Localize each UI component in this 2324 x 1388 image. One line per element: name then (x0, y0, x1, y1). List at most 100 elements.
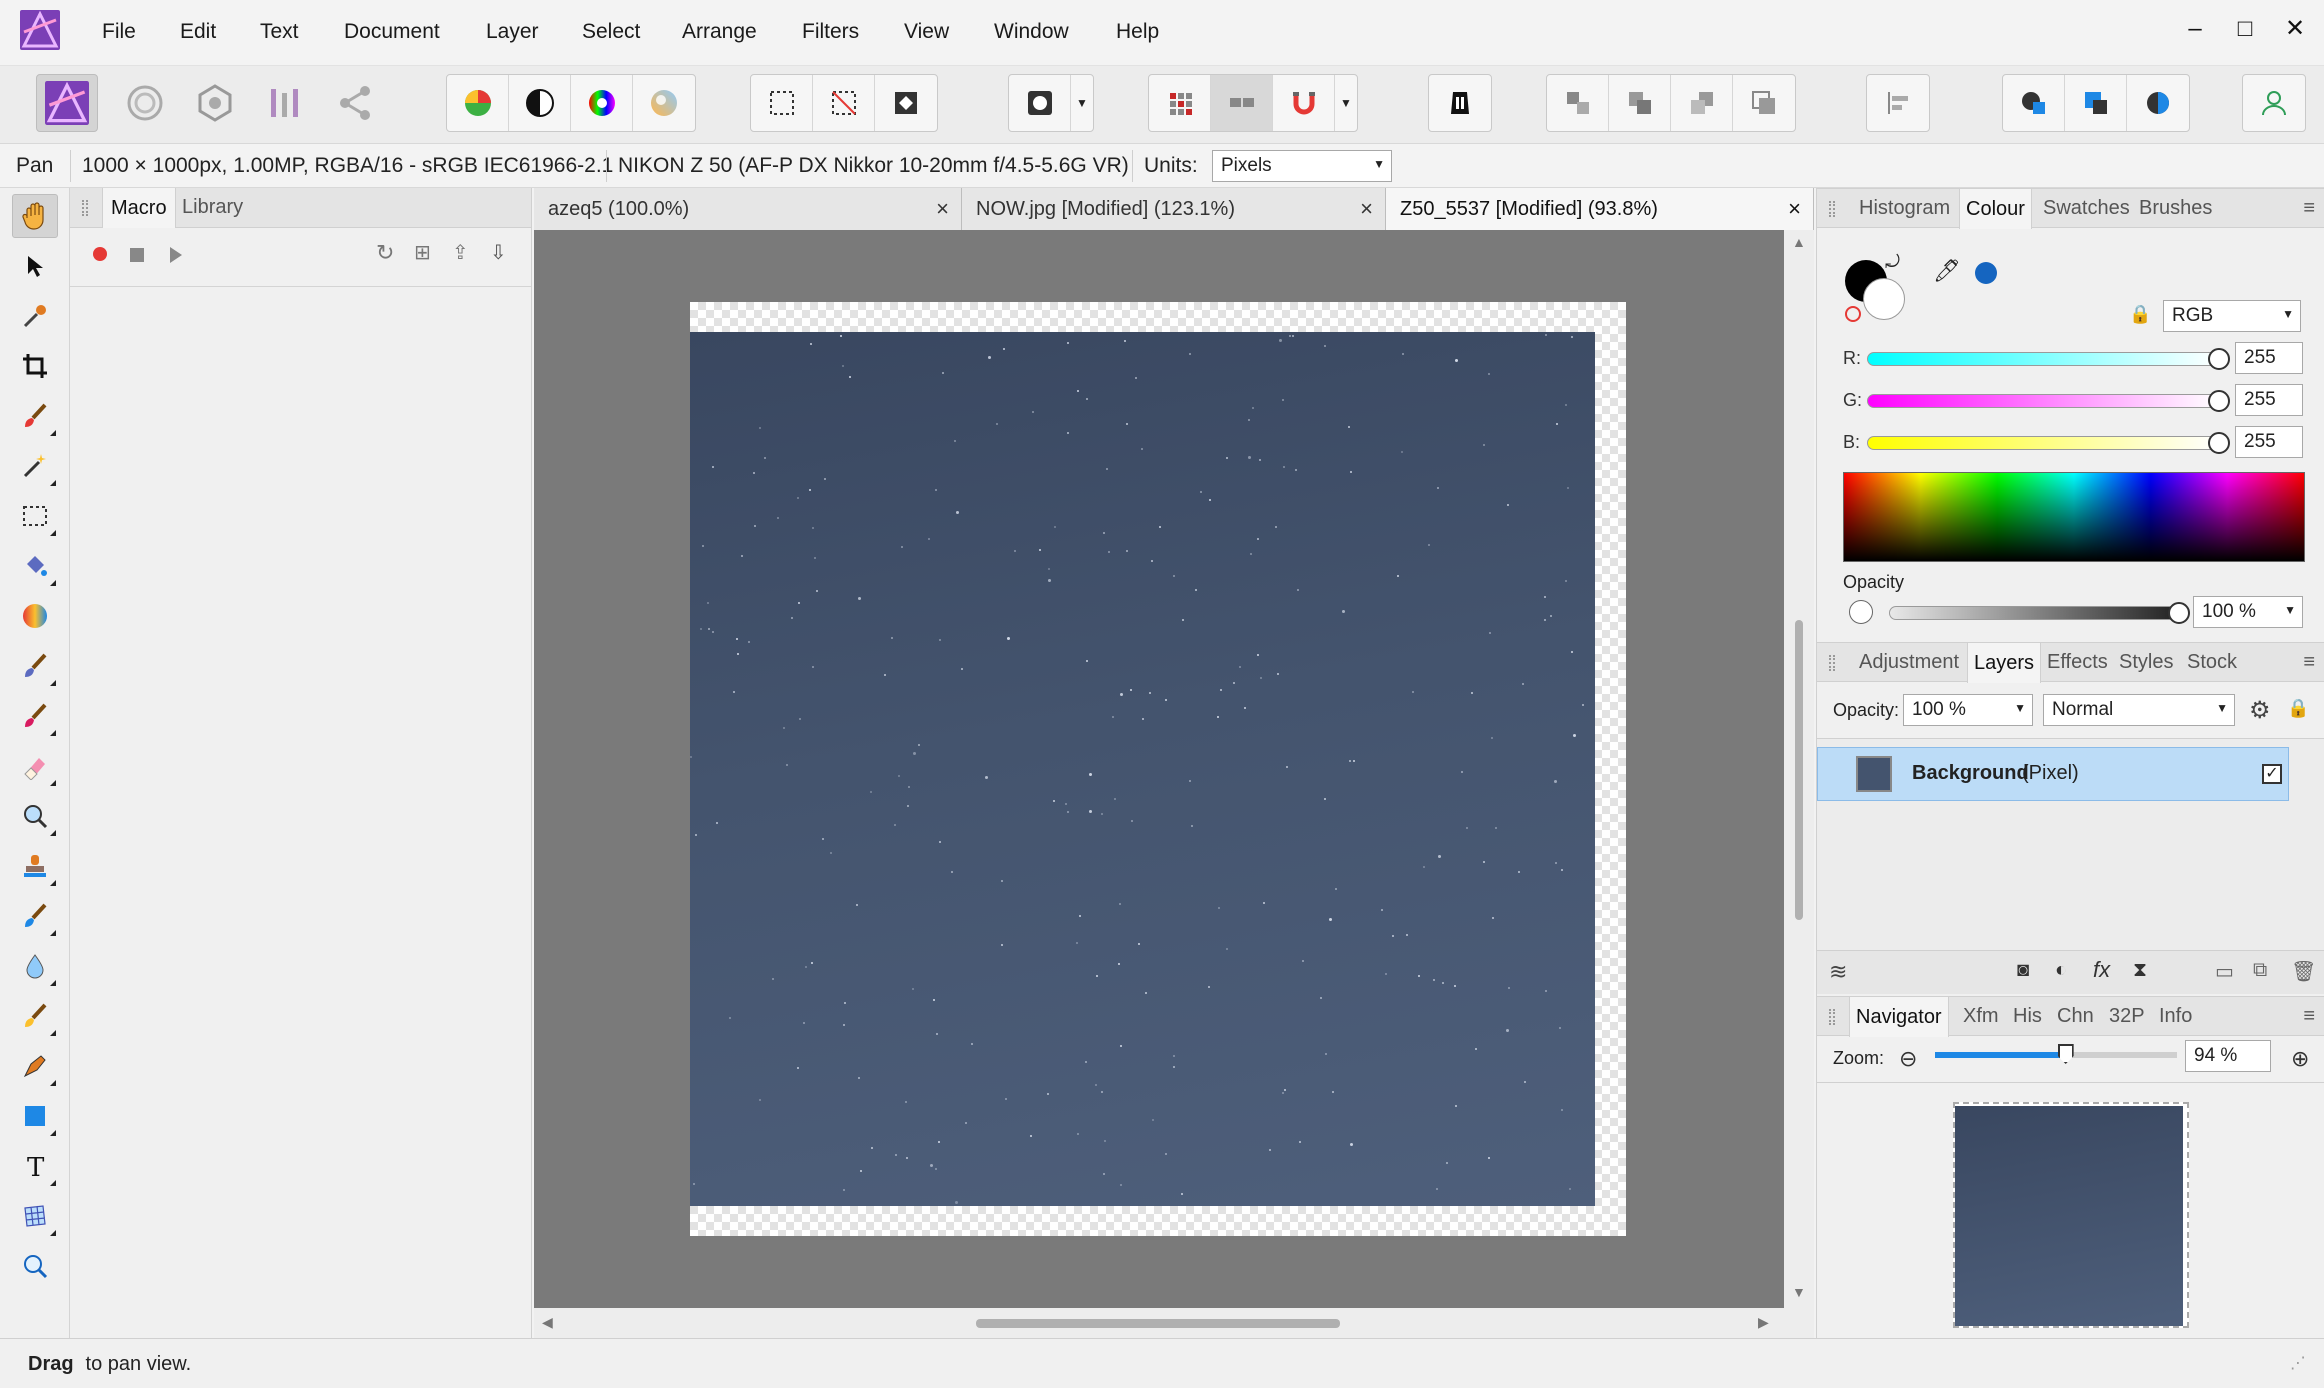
panel-menu-icon[interactable]: ≡ (2303, 651, 2315, 674)
move-back-one-button[interactable] (1609, 75, 1671, 131)
tab-history[interactable]: His (2013, 1005, 2042, 1028)
subtract-button[interactable] (2065, 75, 2127, 131)
close-icon[interactable]: × (1788, 188, 1801, 230)
quick-mask-dropdown[interactable]: ▼ (1071, 75, 1093, 131)
navigator-preview[interactable] (1953, 1102, 2189, 1328)
assistant-button[interactable] (1429, 75, 1491, 131)
liquify-persona-button[interactable] (114, 74, 176, 132)
layer-opacity-dropdown[interactable]: 100 % ▼ (1903, 694, 2033, 726)
opacity-slider[interactable] (1889, 606, 2179, 620)
blend-mode-dropdown[interactable]: Normal ▼ (2043, 694, 2235, 726)
zoom-search-tool[interactable] (12, 794, 58, 838)
menu-select[interactable]: Select (582, 20, 640, 44)
snapping-dropdown[interactable]: ▼ (1335, 75, 1357, 131)
deselect-button[interactable] (813, 75, 875, 131)
invert-selection-button[interactable] (875, 75, 937, 131)
tab-adjustment[interactable]: Adjustment (1859, 651, 1959, 674)
pan-tool[interactable] (12, 194, 58, 238)
quick-mask-button[interactable] (1009, 75, 1071, 131)
folder-icon[interactable]: ▭ (2215, 959, 2234, 984)
close-icon[interactable]: × (1360, 188, 1373, 230)
text-tool[interactable]: T (12, 1144, 58, 1188)
opacity-slider-handle[interactable] (2168, 602, 2190, 624)
swap-colors-icon[interactable]: ⤾ (1885, 252, 1900, 273)
move-forward-one-button[interactable] (1671, 75, 1733, 131)
vertical-scroll-thumb[interactable] (1795, 620, 1803, 920)
menu-file[interactable]: File (102, 20, 136, 44)
crop-tool[interactable] (12, 344, 58, 388)
stop-macro-button[interactable] (130, 248, 144, 262)
mesh-warp-tool[interactable] (12, 994, 58, 1038)
menu-filters[interactable]: Filters (802, 20, 859, 44)
white-balance-button[interactable] (633, 75, 695, 131)
secondary-color-swatch[interactable] (1863, 278, 1905, 320)
develop-persona-button[interactable] (184, 74, 246, 132)
vertical-scrollbar[interactable]: ▲ ▼ (1784, 230, 1814, 1308)
align-button[interactable] (1867, 75, 1929, 131)
grid-snap-button[interactable] (1149, 75, 1211, 131)
menu-arrange[interactable]: Arrange (682, 20, 757, 44)
menu-window[interactable]: Window (994, 20, 1069, 44)
paint-brush-tool[interactable] (12, 394, 58, 438)
menu-layer[interactable]: Layer (486, 20, 539, 44)
zoom-out-icon[interactable]: ⊖ (1899, 1046, 1917, 1072)
gradient-tool[interactable] (12, 594, 58, 638)
tab-navigator[interactable]: Navigator (1849, 997, 1949, 1037)
blue-slider-handle[interactable] (2208, 432, 2230, 454)
move-to-back-button[interactable] (1547, 75, 1609, 131)
no-fill-icon[interactable] (1845, 306, 1861, 322)
menu-help[interactable]: Help (1116, 20, 1159, 44)
maximize-button[interactable]: □ (2230, 14, 2260, 44)
menu-document[interactable]: Document (344, 20, 440, 44)
clone-tool[interactable] (12, 844, 58, 888)
tab-histogram[interactable]: Histogram (1859, 197, 1950, 220)
mesh-tool[interactable] (12, 1194, 58, 1238)
units-dropdown[interactable]: Pixels ▼ (1212, 150, 1392, 182)
color-picker-tool[interactable] (12, 294, 58, 338)
tab-styles[interactable]: Styles (2119, 651, 2173, 674)
tab-effects[interactable]: Effects (2047, 651, 2108, 674)
record-macro-button[interactable] (93, 247, 107, 261)
tab-32bit-preview[interactable]: 32P (2109, 1005, 2145, 1028)
zoom-slider[interactable] (1935, 1052, 2177, 1058)
affinity-photo-logo-icon[interactable] (20, 10, 60, 50)
tab-colour[interactable]: Colour (1959, 189, 2032, 229)
night-sky-image[interactable] (690, 332, 1595, 1206)
tab-channels[interactable]: Chn (2057, 1005, 2094, 1028)
scroll-up-icon[interactable]: ▲ (1792, 234, 1806, 250)
tab-stock[interactable]: Stock (2187, 651, 2237, 674)
tab-library[interactable]: Library (182, 196, 243, 219)
force-pixel-align-button[interactable] (1211, 75, 1273, 131)
mask-layer-icon[interactable]: ◙ (2017, 959, 2029, 982)
add-layer-icon[interactable]: ⧉ (2253, 959, 2267, 982)
color-spectrum[interactable] (1843, 472, 2305, 562)
green-slider-handle[interactable] (2208, 390, 2230, 412)
adjustment-layer-icon[interactable]: ◐ (2055, 959, 2067, 982)
marquee-tool[interactable] (12, 494, 58, 538)
add-button[interactable] (2003, 75, 2065, 131)
gear-icon[interactable]: ⚙ (2249, 696, 2271, 725)
panel-menu-icon[interactable]: ≡ (2303, 1005, 2315, 1028)
opacity-value-field[interactable]: 100 % ▼ (2193, 596, 2303, 628)
hsl-button[interactable] (571, 75, 633, 131)
tab-document-z50[interactable]: Z50_5537 [Modified] (93.8%) × (1386, 188, 1814, 230)
blue-slider[interactable] (1867, 436, 2219, 450)
panel-menu-icon[interactable]: ≡ (2303, 197, 2315, 220)
green-slider[interactable] (1867, 394, 2219, 408)
intersect-button[interactable] (2127, 75, 2189, 131)
blue-value-field[interactable]: 255 (2235, 426, 2303, 458)
live-filter-icon[interactable]: ⧗ (2133, 959, 2147, 982)
close-window-button[interactable]: ✕ (2280, 14, 2310, 44)
tab-brushes[interactable]: Brushes (2139, 197, 2212, 220)
tab-document-azeq5[interactable]: azeq5 (100.0%) × (534, 188, 962, 230)
export-persona-button[interactable] (324, 74, 386, 132)
layers-stack-icon[interactable]: ≋ (1829, 959, 1847, 985)
picked-color-swatch[interactable] (1975, 262, 1997, 284)
rectangle-tool[interactable] (12, 1094, 58, 1138)
zoom-value-field[interactable]: 94 % (2185, 1040, 2271, 1072)
lock-icon[interactable]: 🔒 (2287, 698, 2309, 719)
panel-grip[interactable] (1829, 655, 1835, 671)
close-icon[interactable]: × (936, 188, 949, 230)
red-slider[interactable] (1867, 352, 2219, 366)
snapping-button[interactable] (1273, 75, 1335, 131)
